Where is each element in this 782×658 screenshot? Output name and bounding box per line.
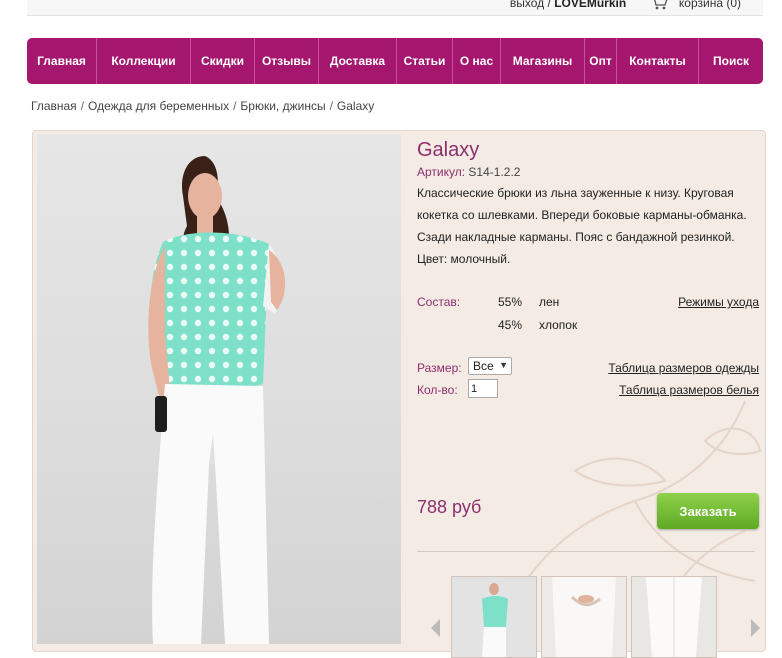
size-select[interactable]: Все ▼ <box>468 357 512 375</box>
sku-value: S14-1.2.2 <box>468 165 521 179</box>
product-title: Galaxy <box>417 139 480 161</box>
product-photo[interactable] <box>37 134 401 644</box>
product-price: 788 руб <box>417 497 482 517</box>
sku-label: Артикул: <box>417 165 466 179</box>
composition-label: Состав: <box>417 295 461 309</box>
quantity-input[interactable]: 1 <box>468 379 498 398</box>
user-links: выход / LOVEMurkin корзина (0) <box>510 0 741 10</box>
username-link[interactable]: LOVEMurkin <box>554 0 626 10</box>
thumbnail-strip <box>451 576 741 658</box>
breadcrumb: Главная / Одежда для беременных / Брюки, джи… <box>31 99 375 113</box>
cart-icon[interactable] <box>650 0 668 10</box>
thumbnail-1-image <box>452 577 536 657</box>
quantity-label: Кол-во: <box>417 383 458 397</box>
product-sku: Артикул: S14-1.2.2 <box>417 165 520 179</box>
thumbs-prev-arrow-icon[interactable] <box>431 619 440 637</box>
nav-item-delivery[interactable]: Доставка <box>319 38 397 84</box>
thumbnail-3-image <box>632 577 716 657</box>
size-select-value: Все <box>473 359 494 373</box>
top-bar: выход / LOVEMurkin корзина (0) <box>27 0 763 16</box>
dropdown-arrow-icon: ▼ <box>499 360 508 370</box>
nav-item-stores[interactable]: Магазины <box>501 38 585 84</box>
breadcrumb-pants[interactable]: Брюки, джинсы <box>240 99 325 113</box>
clothing-size-table-link[interactable]: Таблица размеров одежды <box>608 361 759 375</box>
divider <box>417 551 755 552</box>
breadcrumb-home[interactable]: Главная <box>31 99 77 113</box>
thumbnail-2-image <box>542 577 626 657</box>
main-nav: Главная Коллекции Скидки Отзывы Доставка… <box>27 38 763 84</box>
order-button[interactable]: Заказать <box>657 493 759 529</box>
model-illustration <box>148 156 286 644</box>
nav-item-about[interactable]: О нас <box>453 38 501 84</box>
nav-item-collections[interactable]: Коллекции <box>97 38 191 84</box>
nav-item-contacts[interactable]: Контакты <box>617 38 699 84</box>
composition-percent-1: 55% <box>498 295 523 309</box>
product-description: Классические брюки из льна зауженные к н… <box>417 186 747 266</box>
composition-material-1: лен <box>539 295 560 309</box>
size-label: Размер: <box>417 361 462 375</box>
care-modes-link[interactable]: Режимы ухода <box>678 295 759 309</box>
thumbs-next-arrow-icon[interactable] <box>751 619 760 637</box>
thumbnail-3[interactable] <box>631 576 717 658</box>
separator: / <box>547 0 551 10</box>
thumbnail-1[interactable] <box>451 576 537 658</box>
breadcrumb-current: Galaxy <box>336 99 375 113</box>
nav-item-reviews[interactable]: Отзывы <box>255 38 319 84</box>
nav-item-sales[interactable]: Скидки <box>191 38 255 84</box>
breadcrumb-maternity[interactable]: Одежда для беременных <box>88 99 229 113</box>
nav-item-home[interactable]: Главная <box>27 38 97 84</box>
composition-material-2: хлопок <box>539 318 578 332</box>
cart-link[interactable]: корзина (0) <box>679 0 741 10</box>
logout-link[interactable]: выход <box>510 0 544 10</box>
nav-item-wholesale[interactable]: Опт <box>585 38 617 84</box>
lingerie-size-table-link[interactable]: Таблица размеров белья <box>619 383 759 397</box>
composition-percent-2: 45% <box>498 318 523 332</box>
product-panel: Galaxy Артикул: S14-1.2.2 Классические б… <box>32 130 766 658</box>
nav-item-articles[interactable]: Статьи <box>397 38 453 84</box>
nav-item-search[interactable]: Поиск <box>699 38 763 84</box>
thumbnail-2[interactable] <box>541 576 627 658</box>
